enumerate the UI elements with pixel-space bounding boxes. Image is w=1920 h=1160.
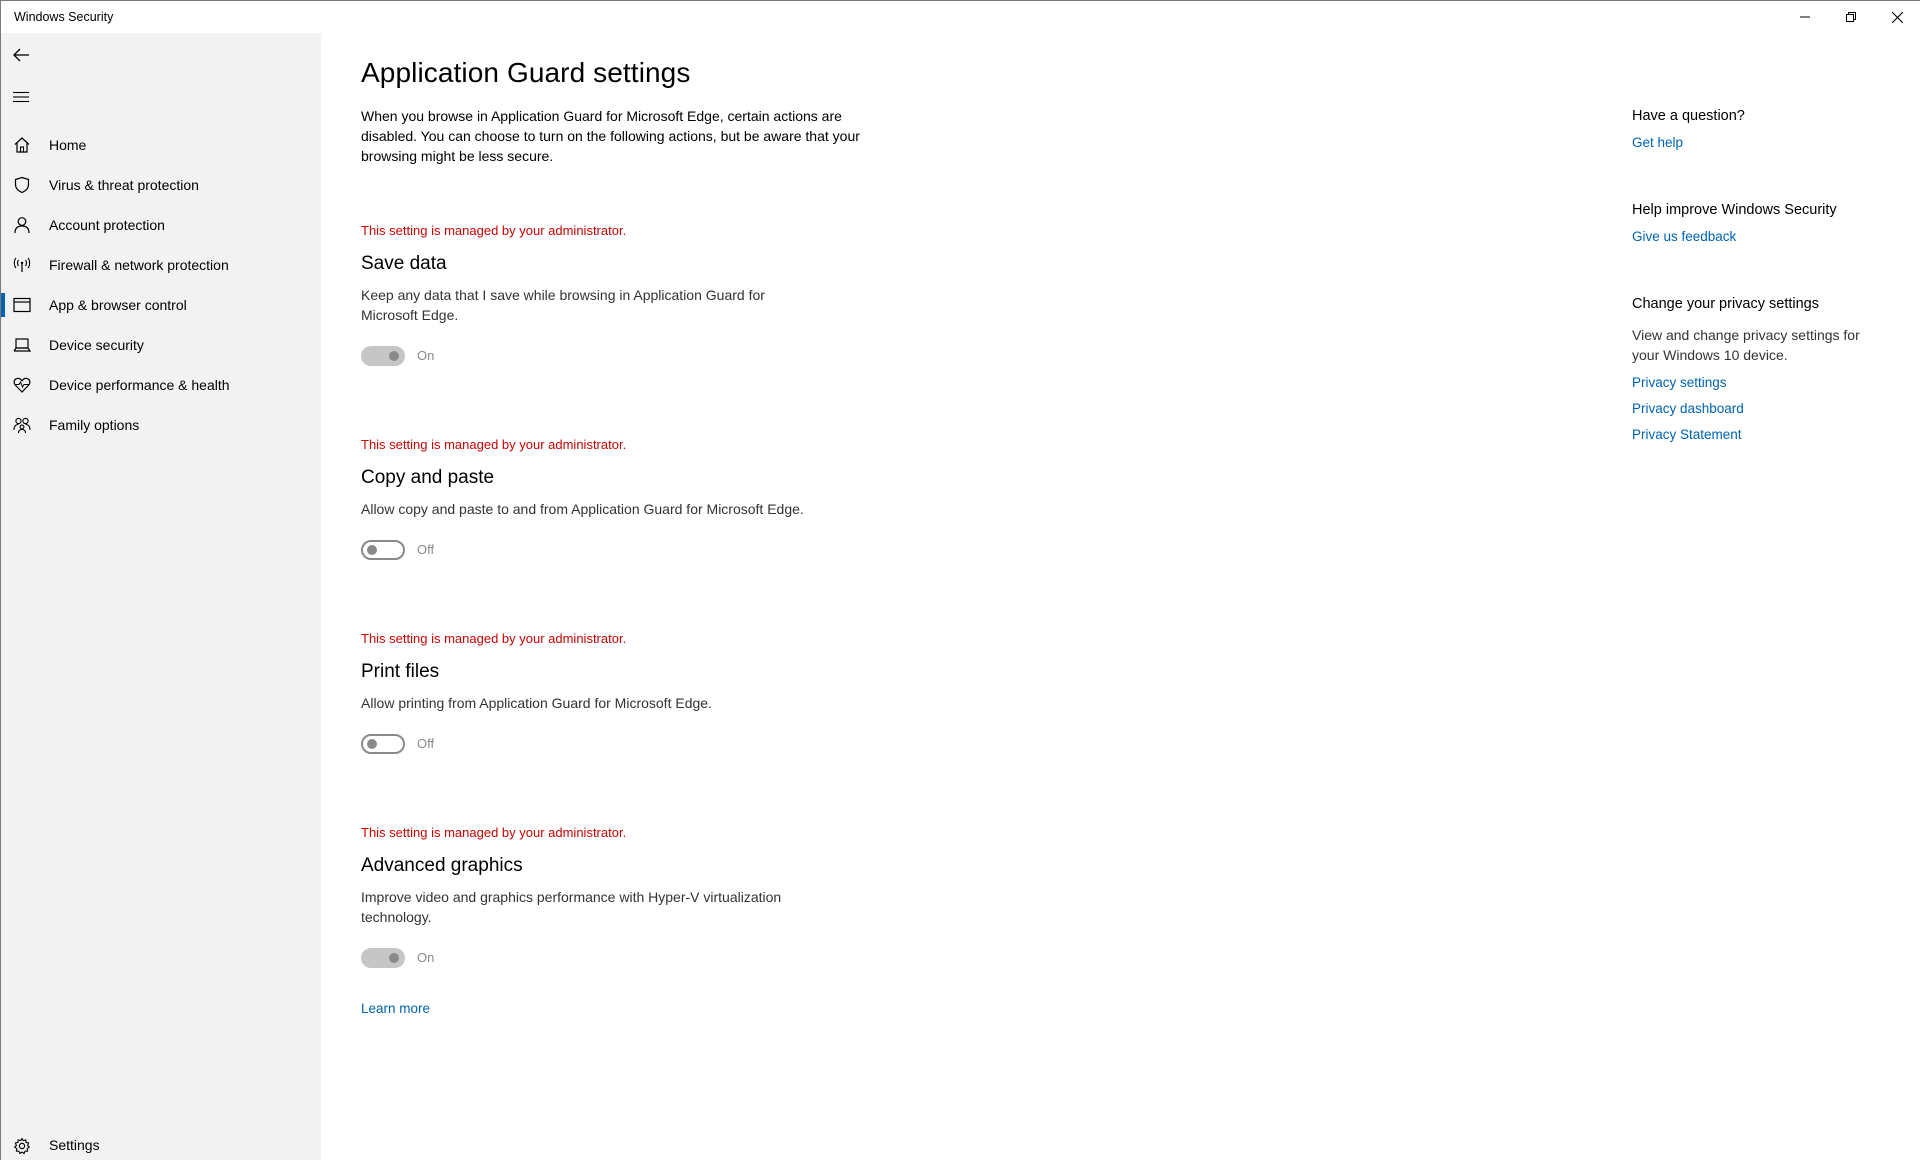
sidebar-item-firewall-network-protection[interactable]: Firewall & network protection bbox=[1, 245, 321, 285]
sidebar-item-label: App & browser control bbox=[49, 297, 187, 313]
restore-icon bbox=[1846, 12, 1856, 22]
sidebar-item-label: Family options bbox=[49, 417, 140, 433]
admin-managed-note: This setting is managed by your administ… bbox=[361, 223, 627, 238]
toggle-knob bbox=[389, 351, 399, 361]
toggle-knob bbox=[367, 545, 377, 555]
toggle-state-label: Off bbox=[417, 542, 435, 557]
back-button[interactable] bbox=[7, 41, 35, 69]
sidebar-item-label: Device performance & health bbox=[49, 377, 230, 393]
privacy-statement-link[interactable]: Privacy Statement bbox=[1632, 427, 1742, 442]
sidebar: Home Virus & threat protection Account p… bbox=[1, 33, 321, 1160]
sidebar-item-device-performance-health[interactable]: Device performance & health bbox=[1, 365, 321, 405]
gear-icon bbox=[13, 1137, 31, 1155]
browser-window-icon bbox=[13, 297, 31, 313]
setting-advanced-graphics: This setting is managed by your administ… bbox=[361, 825, 961, 969]
wireless-icon bbox=[13, 257, 31, 272]
person-icon bbox=[14, 217, 30, 234]
shield-icon bbox=[14, 176, 30, 194]
setting-save-data: This setting is managed by your administ… bbox=[361, 223, 961, 367]
print-files-toggle[interactable] bbox=[361, 734, 405, 754]
sidebar-item-label: Settings bbox=[49, 1137, 100, 1153]
setting-title: Copy and paste bbox=[361, 467, 495, 488]
family-icon bbox=[13, 417, 31, 434]
back-arrow-icon bbox=[13, 48, 29, 62]
window-title: Windows Security bbox=[14, 10, 114, 24]
selection-indicator bbox=[1, 293, 5, 317]
setting-description: Keep any data that I save while browsing… bbox=[361, 287, 765, 323]
toggle-row: Off bbox=[361, 539, 961, 561]
home-icon bbox=[14, 137, 30, 153]
heart-pulse-icon bbox=[13, 377, 31, 393]
minimize-icon bbox=[1800, 16, 1810, 18]
close-icon bbox=[1891, 11, 1903, 23]
toggle-state-label: Off bbox=[417, 736, 435, 751]
learn-more-link[interactable]: Learn more bbox=[361, 1001, 430, 1016]
get-help-link[interactable]: Get help bbox=[1632, 135, 1683, 150]
sidebar-item-label: Account protection bbox=[49, 217, 165, 233]
setting-copy-and-paste: This setting is managed by your administ… bbox=[361, 437, 961, 561]
toggle-row: Off bbox=[361, 733, 961, 755]
main-content: Application Guard settings When you brow… bbox=[321, 33, 1601, 1160]
admin-managed-note: This setting is managed by your administ… bbox=[361, 437, 627, 452]
restore-button[interactable] bbox=[1828, 1, 1874, 33]
privacy-heading: Change your privacy settings bbox=[1632, 296, 1819, 312]
setting-description: Improve video and graphics performance w… bbox=[361, 889, 782, 925]
app-window: Windows Security Home Virus & threat pro… bbox=[0, 0, 1920, 1160]
copy-paste-toggle[interactable] bbox=[361, 540, 405, 560]
save-data-toggle[interactable] bbox=[361, 346, 405, 366]
give-feedback-link[interactable]: Give us feedback bbox=[1632, 229, 1736, 244]
setting-title: Advanced graphics bbox=[361, 855, 523, 876]
toggle-knob bbox=[367, 739, 377, 749]
setting-description: Allow copy and paste to and from Applica… bbox=[361, 501, 804, 517]
admin-managed-note: This setting is managed by your administ… bbox=[361, 631, 627, 646]
sidebar-item-label: Home bbox=[49, 137, 87, 153]
privacy-settings-link[interactable]: Privacy settings bbox=[1632, 375, 1727, 390]
toggle-row: On bbox=[361, 947, 961, 969]
sidebar-item-family-options[interactable]: Family options bbox=[1, 405, 321, 445]
toggle-row: On bbox=[361, 345, 961, 367]
close-button[interactable] bbox=[1874, 1, 1920, 33]
sidebar-item-virus-threat-protection[interactable]: Virus & threat protection bbox=[1, 165, 321, 205]
setting-title: Print files bbox=[361, 661, 440, 682]
admin-managed-note: This setting is managed by your administ… bbox=[361, 825, 627, 840]
advanced-graphics-toggle[interactable] bbox=[361, 948, 405, 968]
setting-print-files: This setting is managed by your administ… bbox=[361, 631, 961, 755]
setting-title: Save data bbox=[361, 253, 447, 274]
toggle-state-label: On bbox=[417, 950, 435, 965]
setting-description: Allow printing from Application Guard fo… bbox=[361, 695, 712, 711]
title-bar: Windows Security bbox=[1, 1, 1920, 33]
sidebar-item-label: Device security bbox=[49, 337, 144, 353]
laptop-icon bbox=[13, 338, 31, 352]
sidebar-item-label: Firewall & network protection bbox=[49, 257, 229, 273]
menu-button[interactable] bbox=[7, 83, 35, 111]
sidebar-item-home[interactable]: Home bbox=[1, 125, 321, 165]
sidebar-item-app-browser-control[interactable]: App & browser control bbox=[1, 285, 321, 325]
page-description: When you browse in Application Guard for… bbox=[361, 108, 860, 164]
privacy-dashboard-link[interactable]: Privacy dashboard bbox=[1632, 401, 1744, 416]
toggle-state-label: On bbox=[417, 348, 435, 363]
minimize-button[interactable] bbox=[1782, 1, 1828, 33]
sidebar-item-settings[interactable]: Settings bbox=[1, 1126, 321, 1160]
hamburger-icon bbox=[13, 91, 29, 103]
sidebar-item-account-protection[interactable]: Account protection bbox=[1, 205, 321, 245]
help-improve-heading: Help improve Windows Security bbox=[1632, 202, 1837, 218]
have-question-heading: Have a question? bbox=[1632, 108, 1745, 124]
sidebar-item-device-security[interactable]: Device security bbox=[1, 325, 321, 365]
toggle-knob bbox=[389, 953, 399, 963]
privacy-description: View and change privacy settings for you… bbox=[1632, 327, 1860, 363]
page-title: Application Guard settings bbox=[361, 57, 691, 88]
sidebar-item-label: Virus & threat protection bbox=[49, 177, 199, 193]
